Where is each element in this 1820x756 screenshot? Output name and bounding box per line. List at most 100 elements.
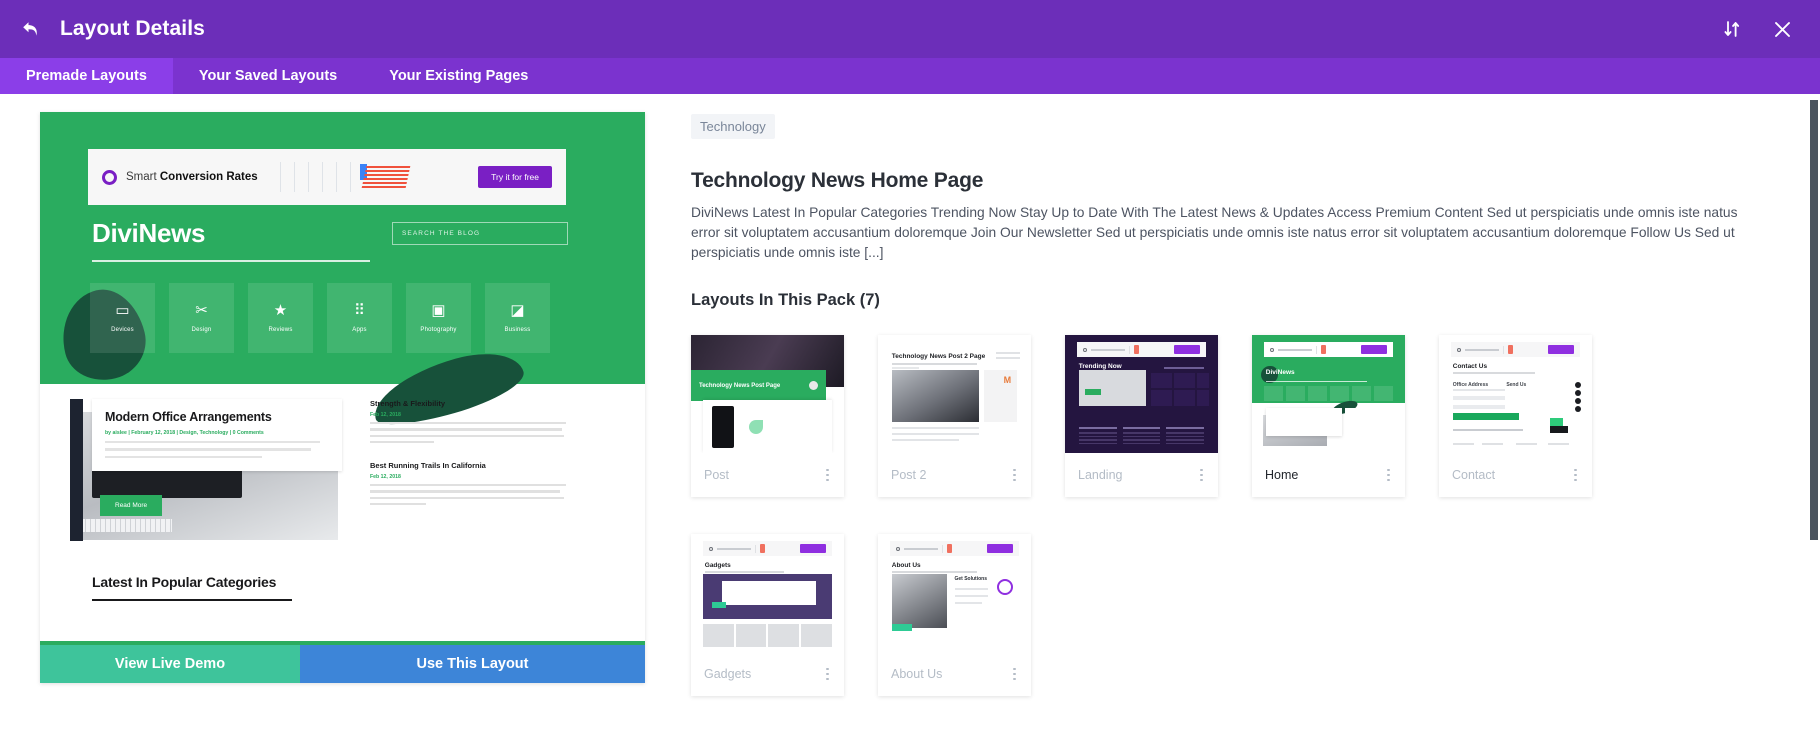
ad-logo-icon <box>102 169 117 185</box>
preview-categories-section: Latest In Popular Categories <box>92 574 292 601</box>
layout-card-label: About Us <box>891 667 943 681</box>
preview-card: Smart Conversion Rates Try it for free D… <box>40 112 645 683</box>
preview-category-tiles: ▭ Devices ✂ Design ★ Reviews ⠿ Apps ▣ Ph… <box>90 283 550 353</box>
scrollbar-thumb[interactable] <box>1810 100 1818 540</box>
preview-tile-label: Photography <box>420 327 457 333</box>
building-icon: ◪ <box>510 302 525 319</box>
layout-card-landing[interactable]: Trending Now Landing <box>1065 335 1218 497</box>
more-vertical-icon[interactable] <box>823 465 832 486</box>
layout-thumbnail: About Us Get Solutions <box>878 534 1031 652</box>
layout-thumbnail: Technology News Post Page <box>691 335 844 453</box>
layout-card-footer: Contact <box>1439 453 1592 497</box>
close-x-icon[interactable] <box>1770 17 1794 41</box>
view-live-demo-button[interactable]: View Live Demo <box>40 645 300 683</box>
layout-thumbnail: Contact Us Office Address Send Us <box>1439 335 1592 453</box>
preview-side-post-date: Feb 12, 2018 <box>370 412 401 418</box>
back-arrow-icon[interactable] <box>18 16 44 42</box>
preview-tile-label: Reviews <box>268 327 293 333</box>
preview-search-placeholder: SEARCH THE BLOG <box>402 230 481 237</box>
modal-header: Layout Details <box>0 0 1820 58</box>
layout-card-footer: Gadgets <box>691 652 844 696</box>
preview-tile-label: Business <box>504 327 531 333</box>
preview-bottom-stripe <box>40 641 645 645</box>
layout-card-about-us[interactable]: About Us Get Solutions About Us <box>878 534 1031 696</box>
layout-card-label: Contact <box>1452 468 1496 482</box>
header-actions <box>1720 17 1794 41</box>
preview-featured-post: Modern Office Arrangements by aislee | F… <box>92 399 342 472</box>
preview-side-posts: Strength & Flexibility Feb 12, 2018 Best… <box>370 399 570 506</box>
more-vertical-icon[interactable] <box>1010 664 1019 685</box>
more-vertical-icon[interactable] <box>1010 465 1019 486</box>
preview-side-post-title: Best Running Trails In California <box>370 461 486 471</box>
layout-card-post-2[interactable]: Technology News Post 2 Page M Post 2 <box>878 335 1031 497</box>
layouts-in-pack-heading: Layouts In This Pack (7) <box>691 291 880 309</box>
layout-card-label: Post 2 <box>891 468 927 482</box>
preview-post-meta: by aislee | February 12, 2018 | Design, … <box>105 430 264 436</box>
preview-post-accent-bar <box>70 399 83 541</box>
more-vertical-icon[interactable] <box>823 664 832 685</box>
layout-thumbnail: Technology News Post 2 Page M <box>878 335 1031 453</box>
preview-tile-apps: ⠿ Apps <box>327 283 392 353</box>
preview-tile-label: Design <box>191 327 212 333</box>
preview-thumbnail: Smart Conversion Rates Try it for free D… <box>40 112 645 645</box>
modal-body: Smart Conversion Rates Try it for free D… <box>0 94 1820 756</box>
sort-updown-icon[interactable] <box>1720 17 1744 41</box>
scrollbar-track[interactable] <box>1808 94 1820 756</box>
preview-tile-devices: ▭ Devices <box>90 283 155 353</box>
layout-card-home[interactable]: DiviNews Home <box>1252 335 1405 497</box>
category-badge[interactable]: Technology <box>691 114 775 139</box>
layout-card-footer: Post <box>691 453 844 497</box>
ad-illustration <box>274 158 414 196</box>
monitor-icon: ▭ <box>115 302 130 319</box>
preview-read-more-button: Read More <box>100 495 163 516</box>
preview-tile-label: Devices <box>111 327 134 333</box>
preview-brand-rule <box>92 260 370 262</box>
preview-ad-banner: Smart Conversion Rates Try it for free <box>88 149 566 205</box>
layout-card-label: Home <box>1265 468 1299 482</box>
layout-card-footer: Post 2 <box>878 453 1031 497</box>
preview-tile-label: Apps <box>352 327 367 333</box>
tab-your-saved-layouts[interactable]: Your Saved Layouts <box>173 58 363 94</box>
layout-card-gadgets[interactable]: Gadgets Gadgets <box>691 534 844 696</box>
layout-card-label: Post <box>704 468 730 482</box>
grid-apps-icon: ⠿ <box>354 302 365 319</box>
layout-thumbnail: Trending Now <box>1065 335 1218 453</box>
preview-tile-design: ✂ Design <box>169 283 234 353</box>
tab-bar: Premade Layouts Your Saved Layouts Your … <box>0 58 1820 94</box>
more-vertical-icon[interactable] <box>1571 465 1580 486</box>
preview-tile-business: ◪ Business <box>485 283 550 353</box>
layout-thumbnail: Gadgets <box>691 534 844 652</box>
use-this-layout-button[interactable]: Use This Layout <box>300 645 645 683</box>
layout-card-label: Gadgets <box>704 667 752 681</box>
preview-action-bar: View Live Demo Use This Layout <box>40 645 645 683</box>
layout-card-label: Landing <box>1078 468 1123 482</box>
more-vertical-icon[interactable] <box>1384 465 1393 486</box>
tab-premade-layouts[interactable]: Premade Layouts <box>0 58 173 94</box>
layout-card-footer: Landing <box>1065 453 1218 497</box>
ad-text: Smart Conversion Rates <box>126 171 258 183</box>
preview-site-brand: DiviNews <box>92 218 206 248</box>
layout-card-grid: Technology News Post Page Post Technolog… <box>691 335 1760 696</box>
layout-card-footer: About Us <box>878 652 1031 696</box>
layout-pack-description: DiviNews Latest In Popular Categories Tr… <box>691 205 1738 260</box>
ad-cta-button: Try it for free <box>478 166 552 188</box>
preview-search-field: SEARCH THE BLOG <box>392 222 568 245</box>
layout-details-panel: Technology Technology News Home Page Div… <box>645 94 1820 756</box>
page-title: Layout Details <box>60 17 205 40</box>
star-half-icon: ★ <box>273 302 288 319</box>
preview-tile-photography: ▣ Photography <box>406 283 471 353</box>
layout-card-contact[interactable]: Contact Us Office Address Send Us Contac… <box>1439 335 1592 497</box>
layout-thumbnail: DiviNews <box>1252 335 1405 453</box>
layout-card-post[interactable]: Technology News Post Page Post <box>691 335 844 497</box>
ad-text-bold: Conversion Rates <box>159 171 258 183</box>
ad-text-light: Smart <box>126 171 160 183</box>
more-vertical-icon[interactable] <box>1197 465 1206 486</box>
preview-side-post-title: Strength & Flexibility <box>370 399 446 408</box>
image-icon: ▣ <box>431 302 446 319</box>
preview-categories-heading: Latest In Popular Categories <box>92 574 277 590</box>
layout-preview-panel: Smart Conversion Rates Try it for free D… <box>0 94 645 756</box>
tab-your-existing-pages[interactable]: Your Existing Pages <box>363 58 554 94</box>
design-tools-icon: ✂ <box>195 302 208 319</box>
preview-post-title: Modern Office Arrangements <box>105 410 272 424</box>
layout-pack-title: Technology News Home Page <box>691 169 984 192</box>
